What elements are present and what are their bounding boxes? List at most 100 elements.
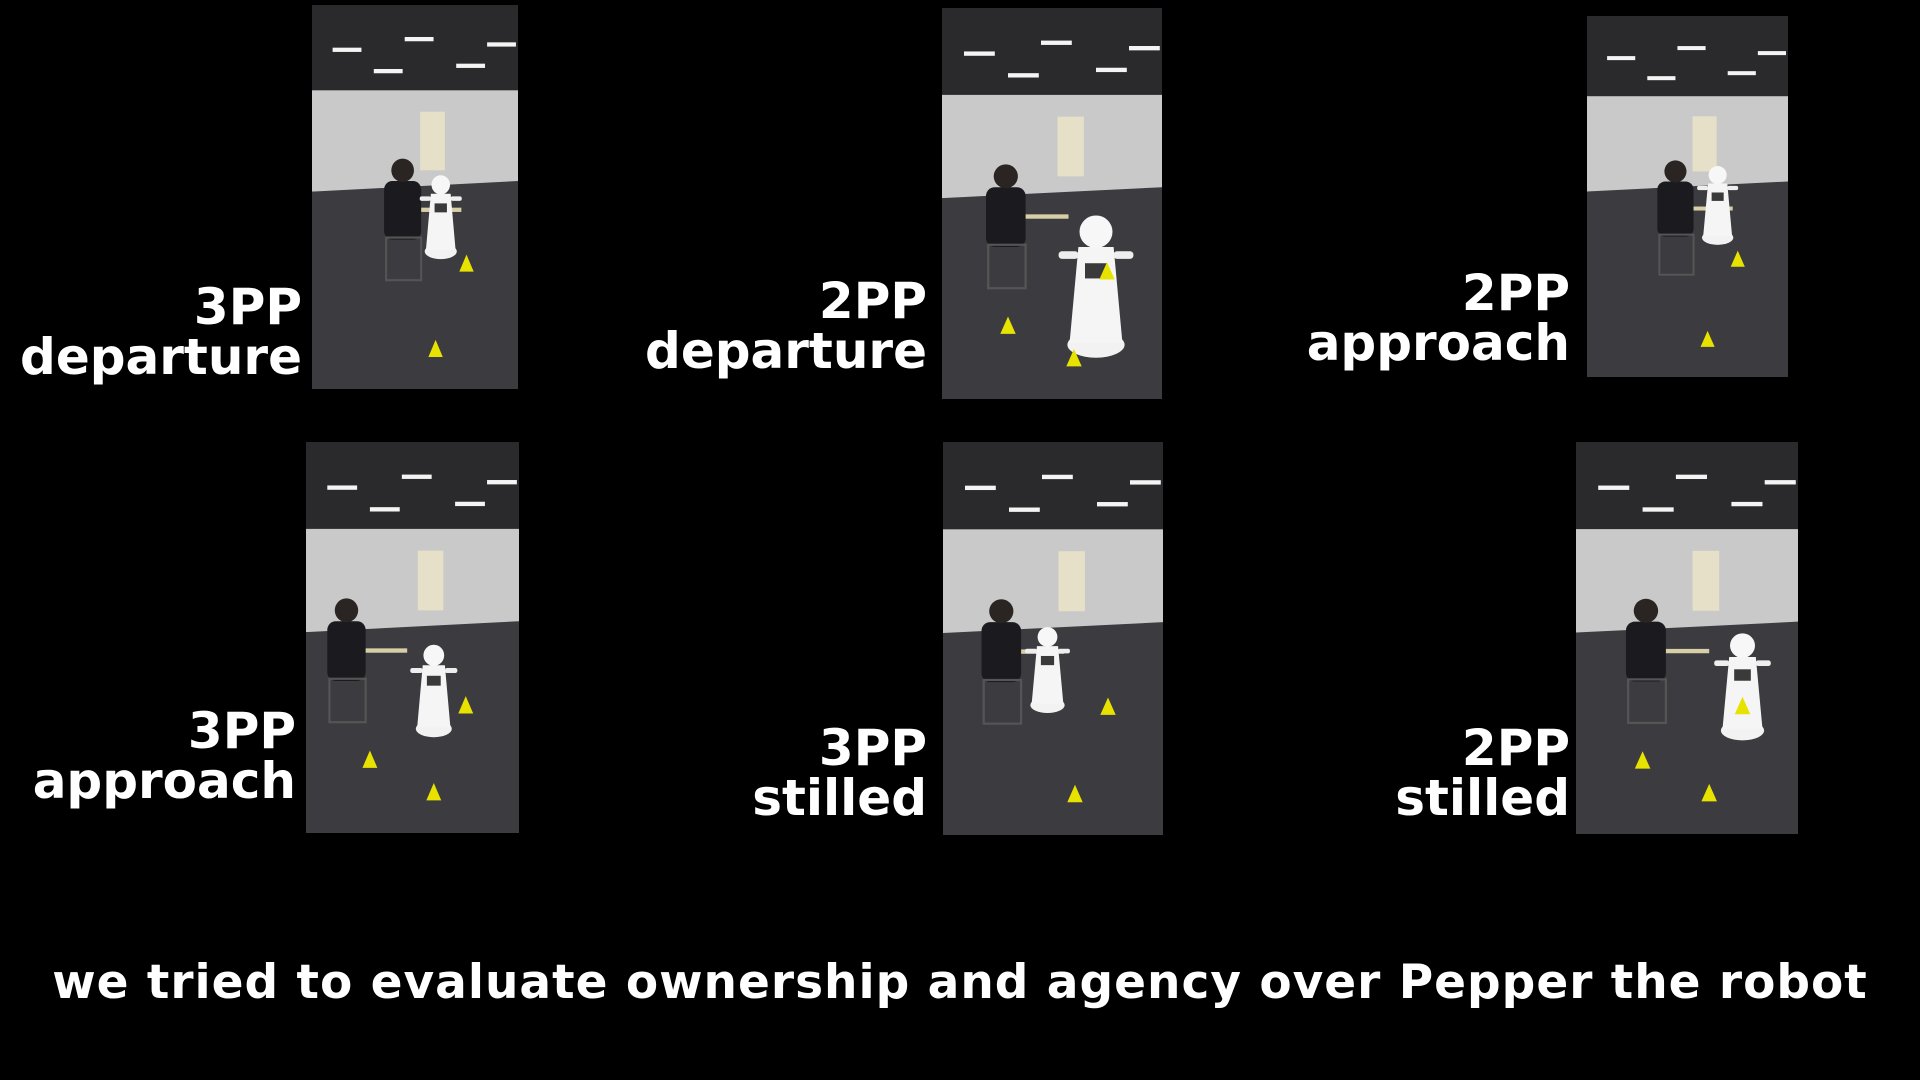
clip-label-perspective: 3PP [193,278,302,336]
ceiling-light [1129,46,1160,51]
desk [359,648,408,653]
video-clip-3pp-departure [312,5,518,389]
wall-panel [1692,116,1717,172]
subtitle-caption: we tried to evaluate ownership and agenc… [52,955,1868,1010]
robot-head [1079,215,1113,249]
clip-label-perspective: 2PP [818,272,927,330]
clip-label-2pp-departure: 2PP departure [600,276,927,376]
ceiling-light [1008,73,1039,78]
robot-head [1708,166,1727,185]
clip-label-3pp-departure: 3PP departure [0,282,302,382]
ceiling-light [327,485,358,490]
wall-panel [417,550,444,611]
robot-tablet [1711,192,1724,201]
robot-arm [1727,185,1739,191]
ceiling-light [487,480,517,485]
clip-label-3pp-approach: 3PP approach [0,706,296,806]
robot-arm [1025,648,1037,654]
robot-arm [1714,660,1730,667]
ceiling-light [964,51,995,56]
desk [1019,214,1069,219]
ceiling-light [332,47,362,52]
clip-label-condition: departure [20,328,302,386]
video-frame-scene [1587,16,1788,377]
robot-body [1703,183,1733,237]
clip-label-condition: stilled [752,769,927,827]
ceiling-light [1096,67,1127,73]
ceiling-light [1009,507,1040,512]
ceiling-light [1764,480,1796,485]
ceiling-light [456,63,486,68]
robot-body [1069,246,1123,343]
wall-panel [1692,550,1720,611]
ceiling-light [487,42,516,47]
ceiling [1576,442,1798,530]
clip-label-condition: departure [645,322,927,380]
video-frame: 3PP departure 2PP departure 2PP approach… [0,0,1920,1080]
ceiling [943,442,1163,530]
participant-body [384,181,422,240]
back-wall [312,90,518,192]
back-wall [943,529,1163,634]
ceiling-light [1677,46,1706,51]
wall-panel [1057,116,1084,177]
clip-label-2pp-approach: 2PP approach [1240,268,1570,368]
ceiling-light [404,37,434,42]
participant-head [993,164,1018,189]
robot-head [423,644,445,666]
ceiling-light [455,501,485,507]
robot-arm [1755,660,1771,667]
ceiling-light [1607,56,1636,61]
ceiling-light [369,507,400,512]
floor [1576,621,1798,834]
participant-head [334,598,359,623]
robot-arm [419,196,431,201]
back-wall [1587,96,1788,192]
video-frame-scene [312,5,518,389]
video-clip-3pp-approach [306,442,519,833]
floor [942,187,1162,399]
video-clip-2pp-approach [1587,16,1788,377]
ceiling-light [401,474,432,479]
clip-label-condition: approach [1306,314,1570,372]
robot-arm [450,196,462,201]
clip-label-perspective: 2PP [1461,719,1570,777]
participant-head [1633,598,1659,623]
participant-head [391,158,414,183]
wall-panel [1058,551,1085,612]
robot-arm [1058,251,1079,259]
robot-tablet [1734,669,1751,681]
participant-body [1625,621,1666,682]
clip-label-condition: stilled [1395,769,1570,827]
video-frame-scene [306,442,519,833]
participant-body [1657,181,1694,237]
robot-tablet [426,675,441,686]
ceiling-light [1675,474,1707,480]
participant-head [989,599,1014,624]
clip-label-perspective: 3PP [818,719,927,777]
ceiling-light [1042,474,1073,480]
video-frame-scene [1576,442,1798,834]
robot-body [425,193,456,251]
clip-label-3pp-stilled: 3PP stilled [600,723,927,823]
clip-label-perspective: 3PP [187,702,296,760]
robot-arm [410,668,423,673]
participant-body [986,187,1026,247]
ceiling-light [373,69,403,74]
video-clip-2pp-departure [942,8,1162,399]
ceiling-light [1647,76,1676,81]
clip-label-condition: approach [32,752,296,810]
ceiling-light [1097,502,1128,507]
robot-arm [1697,185,1709,191]
robot-body [1722,657,1763,729]
video-clip-3pp-stilled [943,442,1163,835]
clip-label-2pp-stilled: 2PP stilled [1240,723,1570,823]
wall-panel [420,111,445,171]
robot-body [417,665,451,728]
robot-tablet [1040,655,1055,666]
clip-label-perspective: 2PP [1461,264,1570,322]
ceiling-light [1642,507,1674,512]
ceiling-light [965,485,996,491]
ceiling-light [1727,71,1756,76]
robot-arm [1058,648,1070,654]
